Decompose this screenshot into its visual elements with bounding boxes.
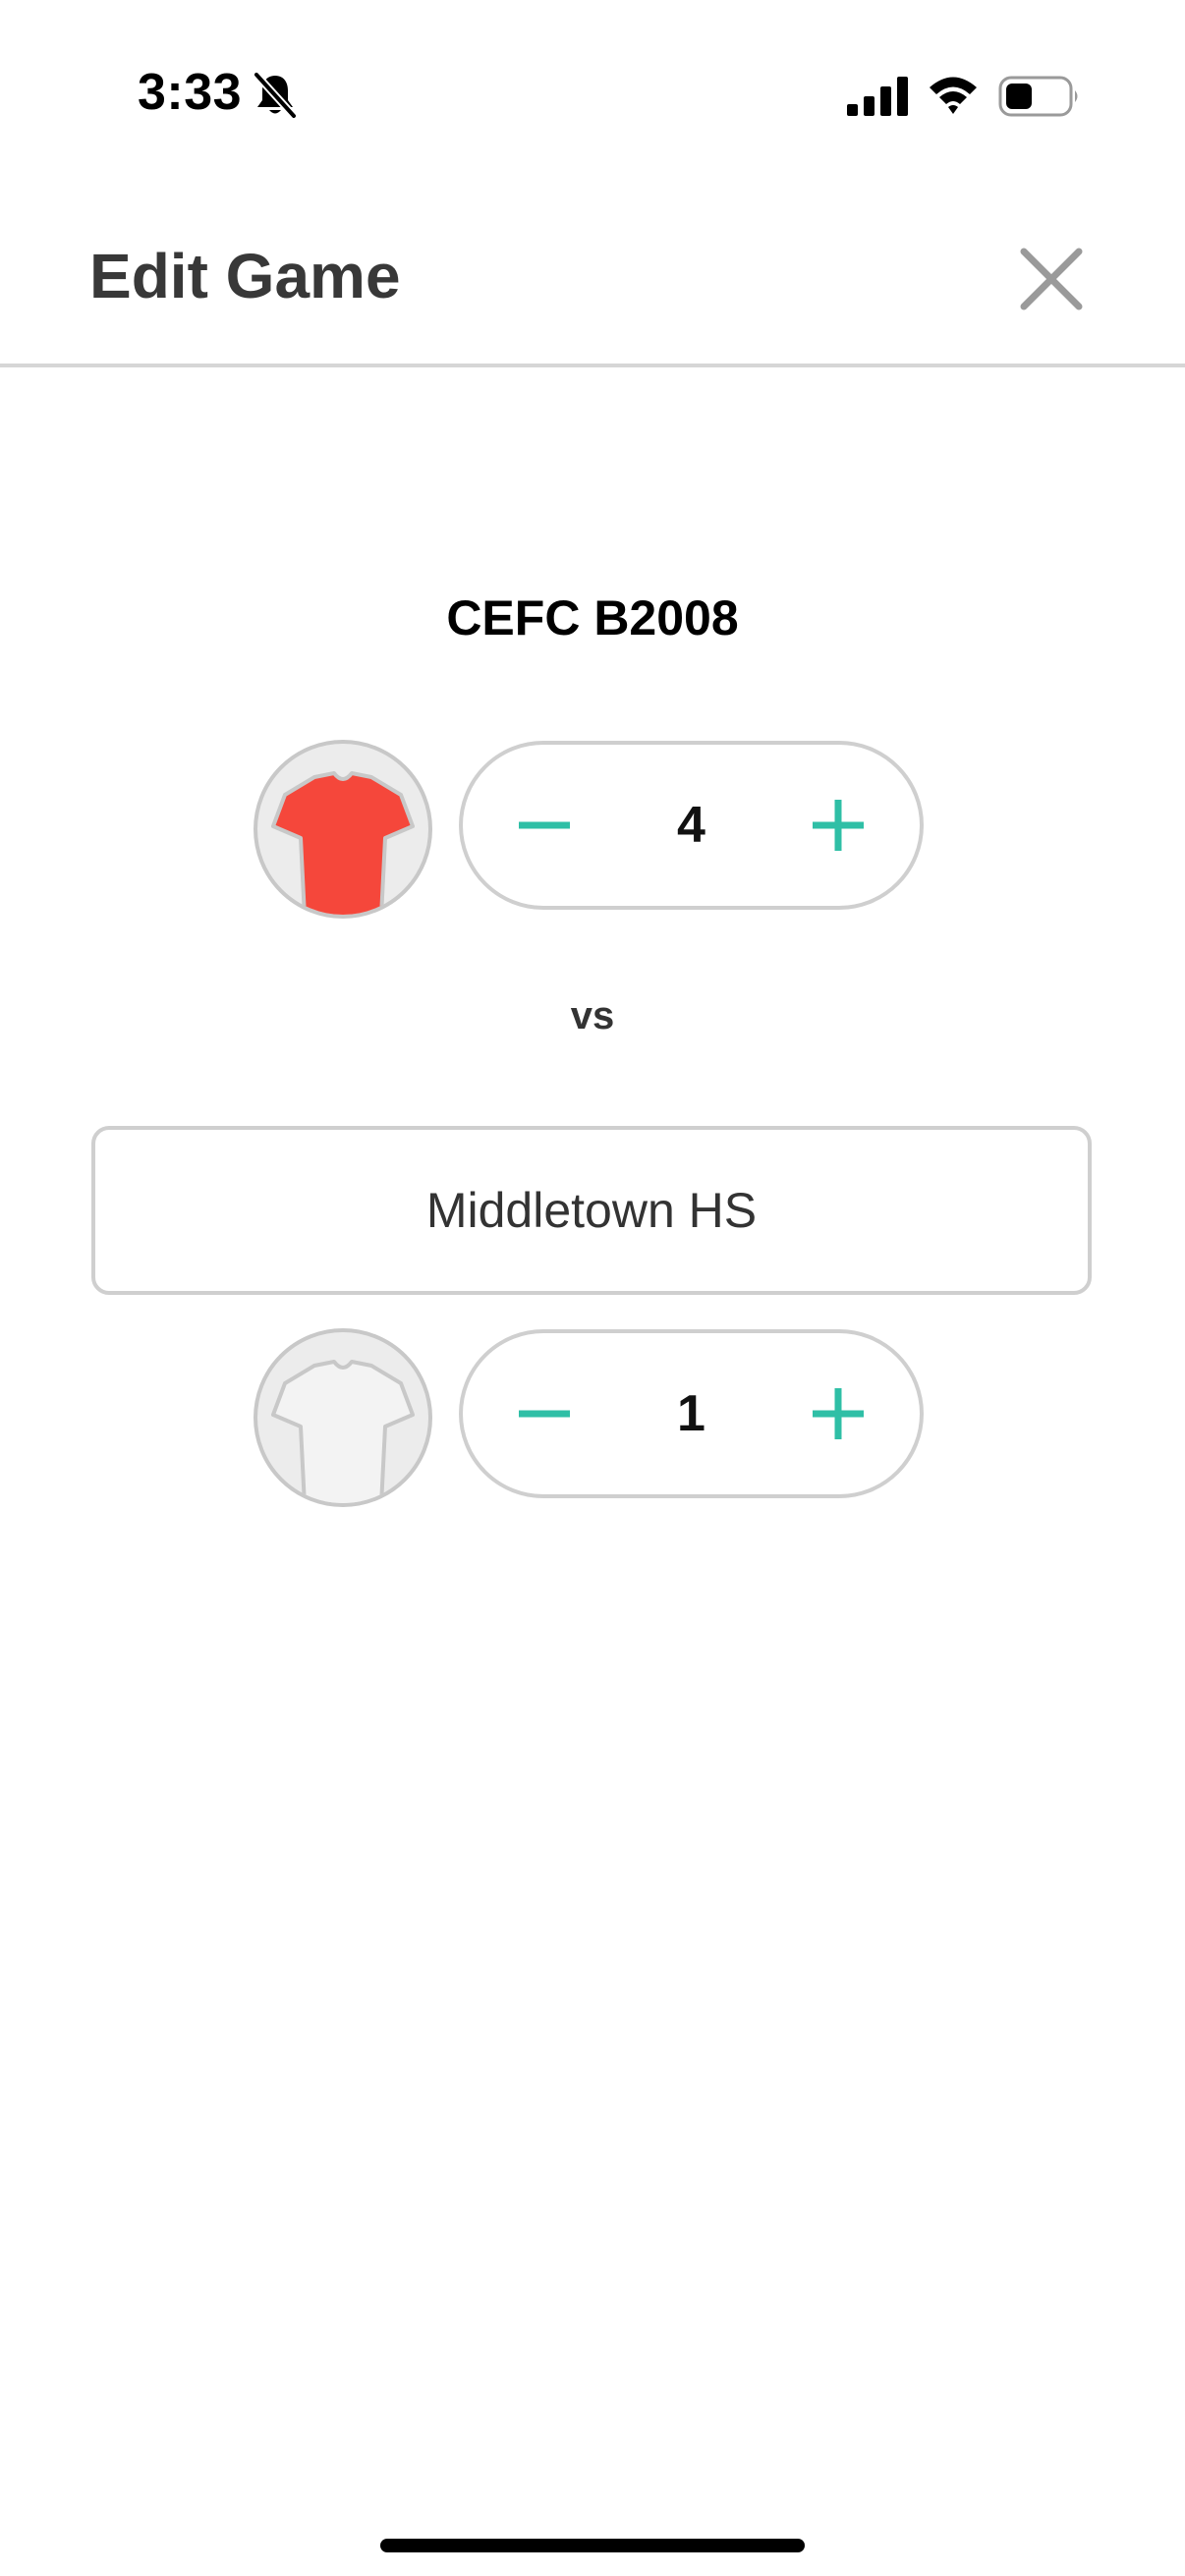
header: Edit Game [0,196,1185,367]
status-time: 3:33 [138,64,243,121]
vs-label: vs [570,994,615,1037]
close-icon [1020,248,1083,310]
plus-icon [813,1388,864,1439]
opponent-name-input[interactable] [91,1126,1092,1295]
home-score-stepper: 4 [459,741,924,910]
away-score-stepper: 1 [459,1329,924,1498]
home-indicator[interactable] [380,2539,805,2552]
home-jersey-button[interactable] [254,740,432,919]
jersey-icon [271,1360,415,1503]
minus-icon [519,821,570,829]
away-score-increment-button[interactable] [784,1333,892,1494]
home-team-name: CEFC B2008 [446,590,739,645]
plus-icon [813,800,864,851]
close-button[interactable] [1012,240,1091,318]
cellular-signal-icon [847,77,908,116]
battery-icon [998,75,1081,118]
jersey-icon [271,771,415,915]
status-bar: 3:33 [0,0,1185,192]
bell-slash-icon [253,71,298,120]
home-score-increment-button[interactable] [784,745,892,906]
page-title: Edit Game [89,241,401,311]
home-score-value: 4 [677,797,705,854]
minus-icon [519,1410,570,1418]
wifi-icon [928,75,979,116]
away-jersey-button[interactable] [254,1328,432,1507]
away-score-value: 1 [677,1385,705,1442]
